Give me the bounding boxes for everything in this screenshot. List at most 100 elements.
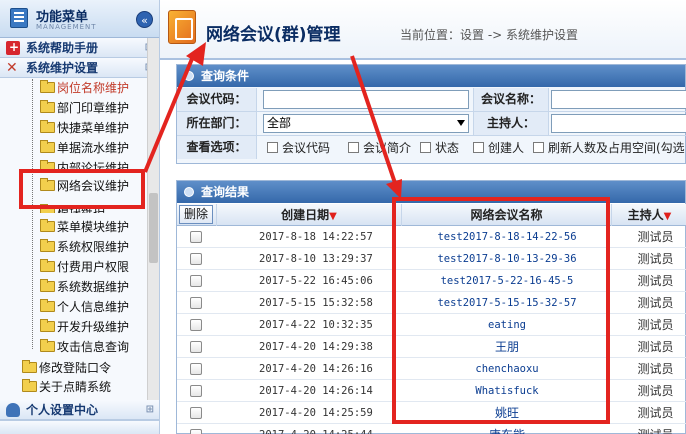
host-cell: 测试员 bbox=[637, 318, 674, 332]
row-checkbox[interactable] bbox=[190, 429, 202, 434]
folder-icon bbox=[40, 259, 55, 272]
title-bar: 网络会议(群)管理 当前位置：设置 -> 系统维护设置 bbox=[160, 0, 686, 60]
folder-icon bbox=[22, 360, 37, 373]
row-checkbox[interactable] bbox=[190, 297, 202, 309]
sort-down-icon: ▼ bbox=[663, 211, 672, 222]
tree-item-label: 部门印章维护 bbox=[57, 101, 130, 115]
query-panel-header: 查询条件 bbox=[177, 65, 685, 87]
tree-item-label: 岗位名称维护 bbox=[57, 81, 130, 95]
row-checkbox[interactable] bbox=[190, 341, 202, 353]
header-created-date[interactable]: 创建日期▼ bbox=[217, 204, 402, 226]
tree-item-label: 快捷菜单维护 bbox=[57, 121, 130, 135]
tree-item-label: 菜单模块维护 bbox=[57, 220, 130, 234]
host-input[interactable] bbox=[551, 114, 686, 133]
checkbox[interactable] bbox=[533, 142, 544, 153]
tree-item-permissions[interactable]: 系统权限维护 bbox=[40, 238, 129, 256]
menu-book-icon bbox=[10, 8, 28, 28]
tree-item-system-data[interactable]: 系统数据维护 bbox=[40, 278, 129, 296]
checkbox[interactable] bbox=[267, 142, 278, 153]
meeting-name-link[interactable]: 唐东能 bbox=[402, 424, 612, 434]
section-label: 系统帮助手册 bbox=[26, 41, 99, 55]
meeting-name-input[interactable] bbox=[551, 90, 686, 109]
name-label: 会议名称： bbox=[473, 88, 549, 111]
panel-bullet-icon bbox=[184, 187, 194, 197]
panel-title: 查询结果 bbox=[201, 185, 250, 199]
sidebar-scrollbar[interactable] bbox=[147, 38, 159, 400]
tree-item-change-password[interactable]: 修改登陆口令 bbox=[22, 359, 111, 377]
tree-item-label: 修改登陆口令 bbox=[39, 361, 112, 375]
checkbox[interactable] bbox=[473, 142, 484, 153]
tree-item-about[interactable]: 关于点睛系统 bbox=[22, 378, 111, 396]
options-label: 查看选项： bbox=[177, 136, 257, 159]
menu-header: 功能菜单 MANAGEMENT « bbox=[0, 0, 159, 38]
dropdown-arrow-icon bbox=[457, 120, 465, 126]
query-row-1: 会议代码： 会议名称： bbox=[177, 88, 686, 112]
option-meeting-code[interactable]: 会议代码 bbox=[267, 138, 330, 158]
section-label: 个人设置中心 bbox=[26, 403, 99, 417]
person-icon bbox=[6, 403, 20, 417]
tree-item-dev-upgrade[interactable]: 开发升级维护 bbox=[40, 318, 129, 336]
table-row[interactable]: 2017-4-20 14:25:44 唐东能 测试员 bbox=[177, 424, 686, 434]
collapse-sidebar-icon[interactable]: « bbox=[136, 11, 153, 28]
meeting-code-input[interactable] bbox=[263, 90, 469, 109]
section-personal-settings[interactable]: 个人设置中心 ⊞ bbox=[0, 400, 159, 420]
help-cross-icon bbox=[6, 37, 20, 57]
tree-item-forum[interactable]: 内部论坛维护 bbox=[40, 159, 129, 169]
tree-item-dept-seal[interactable]: 部门印章维护 bbox=[40, 99, 129, 117]
folder-icon bbox=[40, 339, 55, 352]
created-date-cell: 2017-4-20 14:26:14 bbox=[259, 385, 373, 397]
row-checkbox[interactable] bbox=[190, 363, 202, 375]
option-creator[interactable]: 创建人 bbox=[473, 138, 524, 158]
section-label: 系统维护设置 bbox=[26, 61, 99, 75]
tree-item-attack-query[interactable]: 攻击信息查询 bbox=[40, 338, 129, 356]
folder-icon bbox=[40, 160, 55, 169]
tree-guide-line bbox=[32, 79, 33, 349]
delete-button[interactable]: 删除 bbox=[179, 205, 213, 224]
folder-icon bbox=[40, 80, 55, 93]
tree-item-personal-info[interactable]: 个人信息维护 bbox=[40, 298, 129, 316]
scrollbar-thumb[interactable] bbox=[149, 193, 158, 263]
tree-item-doc-serial[interactable]: 单据流水维护 bbox=[40, 139, 129, 157]
code-label: 会议代码： bbox=[177, 88, 257, 111]
tree-item-label: 付费用户权限 bbox=[57, 260, 130, 274]
tree-item-post-name[interactable]: 岗位名称维护 bbox=[40, 79, 129, 97]
department-select[interactable]: 全部 bbox=[263, 114, 469, 133]
panel-bullet-icon bbox=[184, 71, 194, 81]
created-date-cell: 2017-4-20 14:25:59 bbox=[259, 407, 373, 419]
query-row-2: 所在部门： 全部 主持人： bbox=[177, 112, 686, 136]
created-date-cell: 2017-8-18 14:22:57 bbox=[259, 231, 373, 243]
section-help-manual[interactable]: 系统帮助手册 ⊞ bbox=[0, 37, 159, 58]
created-date-cell: 2017-5-15 15:32:58 bbox=[259, 297, 373, 309]
checkbox[interactable] bbox=[348, 142, 359, 153]
option-label: 会议代码 bbox=[282, 141, 331, 155]
option-status[interactable]: 状态 bbox=[420, 138, 459, 158]
tree-item-label: 攻击信息查询 bbox=[57, 340, 130, 354]
host-cell: 测试员 bbox=[637, 384, 674, 398]
tree-item-paid-users[interactable]: 付费用户权限 bbox=[40, 258, 129, 276]
highlight-box-menu-item bbox=[19, 169, 145, 209]
tree-item-menu-module[interactable]: 菜单模块维护 bbox=[40, 218, 129, 236]
section-system-maintenance[interactable]: ✕ 系统维护设置 ⊟ bbox=[0, 58, 159, 78]
row-checkbox[interactable] bbox=[190, 385, 202, 397]
folder-icon bbox=[22, 379, 37, 392]
host-label: 主持人： bbox=[473, 112, 549, 135]
option-meeting-intro[interactable]: 会议简介 bbox=[348, 138, 411, 158]
row-checkbox[interactable] bbox=[190, 407, 202, 419]
meeting-app-icon bbox=[168, 10, 196, 44]
header-host[interactable]: 主持人▼ bbox=[612, 204, 686, 226]
checkbox[interactable] bbox=[420, 142, 431, 153]
row-checkbox[interactable] bbox=[190, 275, 202, 287]
option-refresh-count[interactable]: 刷新人数及占用空间(勾选 bbox=[533, 138, 685, 158]
query-panel: 查询条件 会议代码： 会议名称： 所在部门： 全部 主持人： 查看选项： 会议代… bbox=[176, 64, 686, 164]
header-label: 主持人 bbox=[627, 208, 664, 222]
tree-item-shortcut-menu[interactable]: 快捷菜单维护 bbox=[40, 119, 129, 137]
folder-icon bbox=[40, 140, 55, 153]
section-next bbox=[0, 420, 159, 434]
host-cell: 测试员 bbox=[637, 274, 674, 288]
host-cell: 测试员 bbox=[637, 340, 674, 354]
row-checkbox[interactable] bbox=[190, 253, 202, 265]
sort-down-icon: ▼ bbox=[329, 211, 337, 222]
row-checkbox[interactable] bbox=[190, 231, 202, 243]
row-checkbox[interactable] bbox=[190, 319, 202, 331]
folder-icon bbox=[40, 319, 55, 332]
